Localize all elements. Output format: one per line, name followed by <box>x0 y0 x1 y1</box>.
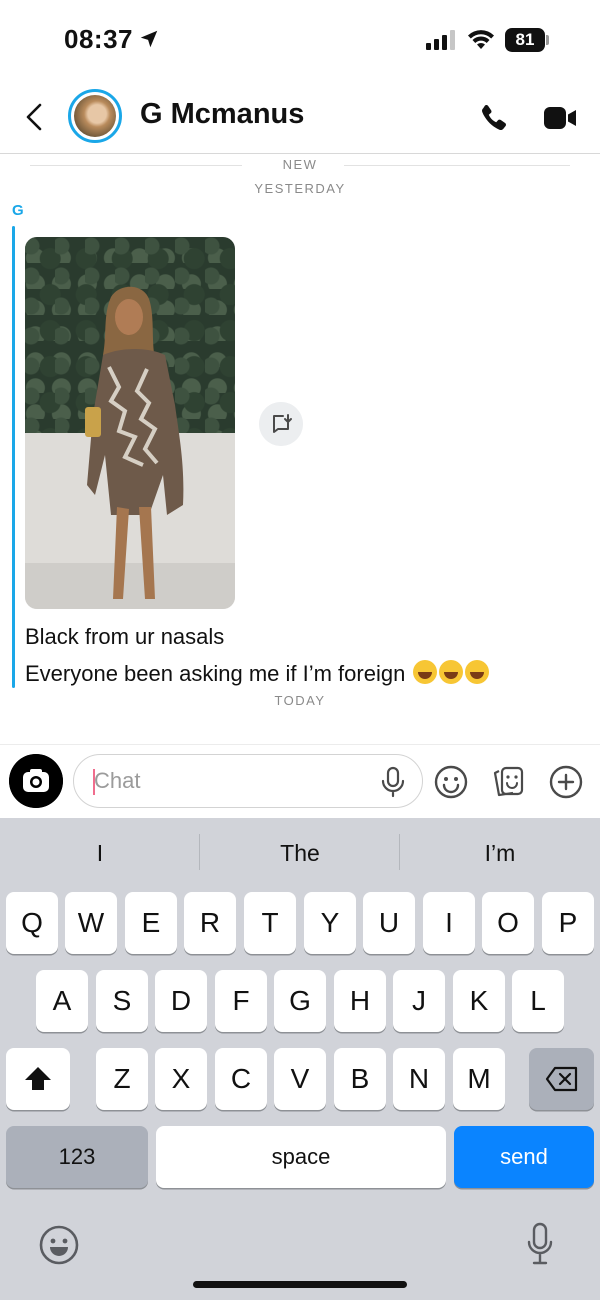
key-f[interactable]: F <box>215 970 267 1032</box>
yesterday-label: YESTERDAY <box>254 181 346 196</box>
send-key[interactable]: send <box>454 1126 594 1188</box>
keyboard-emoji-icon[interactable] <box>38 1224 80 1266</box>
battery-icon: 81 <box>505 28 545 52</box>
message-text: Black from ur nasals <box>25 624 225 649</box>
key-s[interactable]: S <box>96 970 148 1032</box>
new-divider: NEW <box>30 157 570 175</box>
message-text-with-emoji: Everyone been asking me if I’m foreign <box>25 660 490 687</box>
status-bar: 08:37 81 <box>0 0 600 80</box>
plus-icon[interactable] <box>549 765 583 799</box>
key-p[interactable]: P <box>542 892 594 954</box>
today-label: TODAY <box>274 693 326 708</box>
shift-arrow-icon <box>25 1067 51 1090</box>
sender-bar <box>12 226 15 688</box>
avatar[interactable] <box>68 89 122 143</box>
photo-person <box>85 286 184 599</box>
backspace-icon <box>545 1066 577 1092</box>
sender-initial: G <box>12 202 24 219</box>
suggestion-item[interactable]: I’m <box>400 840 600 867</box>
shift-key[interactable] <box>6 1048 70 1110</box>
chat-input-wrapper[interactable] <box>73 754 423 808</box>
key-i[interactable]: I <box>423 892 475 954</box>
rolling-laughing-emoji-icon <box>465 660 490 684</box>
chat-input[interactable] <box>94 765 354 797</box>
key-k[interactable]: K <box>453 970 505 1032</box>
suggestion-item[interactable]: I <box>0 840 200 867</box>
chat-header: G Mcmanus <box>0 80 600 154</box>
mic-icon[interactable] <box>380 766 406 798</box>
avatar-photo <box>74 95 116 137</box>
contact-name[interactable]: G Mcmanus <box>140 98 304 131</box>
emoji-icon[interactable] <box>434 765 468 799</box>
wifi-icon <box>468 30 494 49</box>
key-q[interactable]: Q <box>6 892 58 954</box>
dictation-mic-icon[interactable] <box>526 1222 554 1266</box>
message-text: Everyone been asking me if I’m foreign <box>25 661 406 686</box>
chat-bar <box>0 744 600 818</box>
cellular-signal-icon <box>426 30 455 50</box>
home-indicator[interactable] <box>193 1281 407 1288</box>
back-chevron-icon[interactable] <box>22 102 46 132</box>
key-m[interactable]: M <box>453 1048 505 1110</box>
key-b[interactable]: B <box>334 1048 386 1110</box>
key-l[interactable]: L <box>512 970 564 1032</box>
space-key[interactable]: space <box>156 1126 446 1188</box>
rolling-laughing-emoji-icon <box>439 660 464 684</box>
suggestion-bar: I The I’m <box>0 818 600 888</box>
key-d[interactable]: D <box>155 970 207 1032</box>
key-c[interactable]: C <box>215 1048 267 1110</box>
key-y[interactable]: Y <box>304 892 356 954</box>
key-a[interactable]: A <box>36 970 88 1032</box>
rolling-laughing-emoji-icon <box>413 660 438 684</box>
key-w[interactable]: W <box>65 892 117 954</box>
key-j[interactable]: J <box>393 970 445 1032</box>
camera-icon[interactable] <box>9 754 63 808</box>
sticker-icon[interactable] <box>493 765 525 799</box>
key-h[interactable]: H <box>334 970 386 1032</box>
video-camera-icon[interactable] <box>544 105 578 131</box>
divider-line <box>344 165 570 166</box>
keyboard: I The I’m Q W E R T Y U I O P A S D F G … <box>0 818 600 1300</box>
key-z[interactable]: Z <box>96 1048 148 1110</box>
key-r[interactable]: R <box>184 892 236 954</box>
phone-icon[interactable] <box>478 102 510 134</box>
save-to-chat-icon[interactable] <box>259 402 303 446</box>
key-o[interactable]: O <box>482 892 534 954</box>
status-time: 08:37 <box>64 24 133 54</box>
key-v[interactable]: V <box>274 1048 326 1110</box>
suggestion-item[interactable]: The <box>200 840 400 867</box>
numbers-key[interactable]: 123 <box>6 1126 148 1188</box>
battery-cap <box>546 35 549 45</box>
delete-key[interactable] <box>529 1048 594 1110</box>
key-e[interactable]: E <box>125 892 177 954</box>
photo-message[interactable] <box>25 237 235 609</box>
key-x[interactable]: X <box>155 1048 207 1110</box>
key-t[interactable]: T <box>244 892 296 954</box>
location-arrow-icon <box>140 30 158 48</box>
key-g[interactable]: G <box>274 970 326 1032</box>
key-u[interactable]: U <box>363 892 415 954</box>
key-n[interactable]: N <box>393 1048 445 1110</box>
